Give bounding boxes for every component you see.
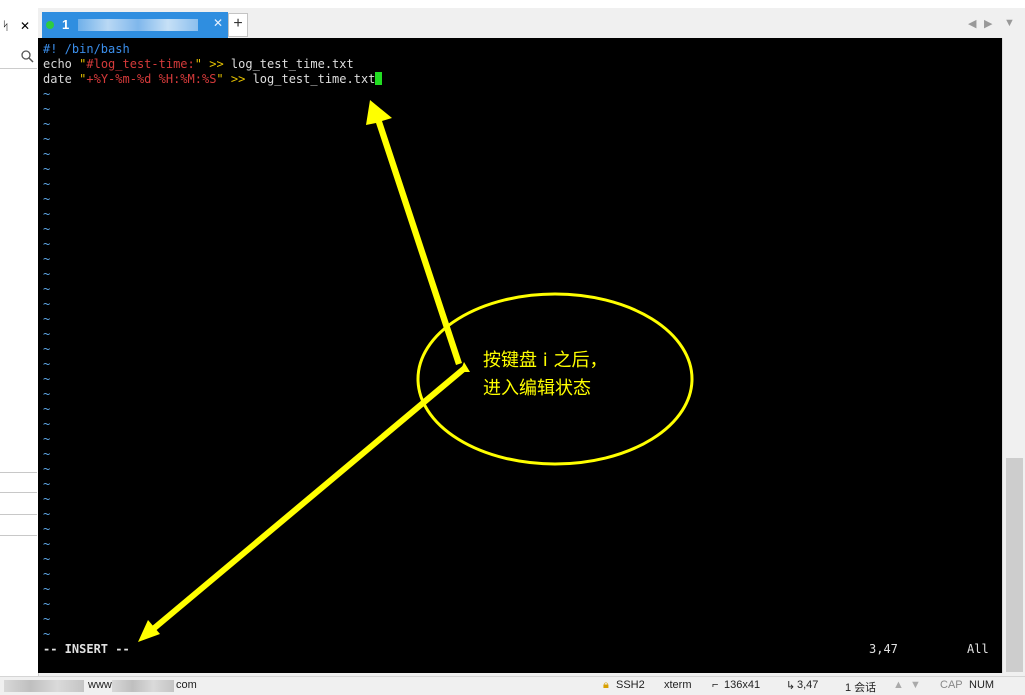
terminal-scrollbar[interactable] [1002,38,1025,673]
sidebar-divider [0,535,37,536]
empty-line-tilde: ~ [43,567,51,581]
tab-list-icon[interactable]: ▼ [1004,17,1015,29]
quote: " [216,72,224,86]
status-num-lock: NUM [969,679,995,691]
empty-line-tilde: ~ [43,132,51,146]
connected-status-icon [46,21,54,29]
lock-icon: 🔒︎ [603,679,609,691]
string-literal: +%Y-%m-%d %H:%M:%S [86,72,217,86]
empty-line-tilde: ~ [43,162,51,176]
add-tab-button[interactable]: + [228,13,248,37]
tab-title-redacted [78,19,198,31]
empty-line-tilde: ~ [43,507,51,521]
vim-cursor-position: 3,47 [869,642,898,656]
sidebar-divider [0,472,37,473]
empty-line-tilde: ~ [43,462,51,476]
resize-icon: ⌐ [712,679,719,691]
empty-line-tilde: ~ [43,372,51,386]
script-line-1: #! /bin/bash [43,42,130,56]
empty-line-tilde: ~ [43,237,51,251]
window-titlebar [0,0,1025,8]
sidebar-divider [0,514,37,515]
empty-line-tilde: ~ [43,432,51,446]
script-line-3: date "+%Y-%m-%d %H:%M:%S" >> log_test_ti… [43,72,383,87]
vim-mode-indicator: -- INSERT -- [43,642,130,656]
redirect-operator: >> [209,57,224,71]
arrow-up-icon[interactable]: ▲ [893,679,904,691]
empty-line-tilde: ~ [43,522,51,536]
tab-session-1[interactable]: 1 ✕ [42,12,228,38]
empty-line-tilde: ~ [43,477,51,491]
tab-scroll-right-icon[interactable]: ▶ [984,17,992,30]
search-icon[interactable] [20,49,34,63]
command: echo [43,57,72,71]
string-literal: #log_test-time: [86,57,195,71]
text-cursor [375,72,383,85]
command: date [43,72,72,86]
sidebar-header: ᛋ ✕ [0,16,38,38]
status-url-suffix: com [176,679,197,691]
empty-line-tilde: ~ [43,357,51,371]
annotation-text-line-2: 进入编辑状态 [483,378,591,399]
status-cursor-position: 3,47 [797,679,819,691]
vim-scroll-indicator: All [967,642,989,656]
annotation-text-line-1: 按键盘 i 之后， [483,350,608,371]
empty-line-tilde: ~ [43,552,51,566]
empty-line-tilde: ~ [43,402,51,416]
empty-line-tilde: ~ [43,327,51,341]
sidebar-search[interactable] [0,46,37,69]
status-url-prefix: www. [88,679,115,691]
empty-line-tilde: ~ [43,147,51,161]
empty-line-tilde: ~ [43,417,51,431]
cursor-icon: ↳ [786,680,796,692]
empty-line-tilde: ~ [43,342,51,356]
empty-line-tilde: ~ [43,582,51,596]
tab-title: 1 [62,17,70,32]
empty-line-tilde: ~ [43,597,51,611]
empty-line-tilde: ~ [43,447,51,461]
empty-line-tilde: ~ [43,537,51,551]
empty-line-tilde: ~ [43,282,51,296]
session-sidebar: ᛋ ✕ [0,8,39,676]
empty-line-tilde: ~ [43,222,51,236]
script-line-2: echo "#log_test-time:" >> log_test_time.… [43,57,354,72]
quote: " [194,57,202,71]
empty-line-tilde: ~ [43,492,51,506]
empty-line-tilde: ~ [43,612,51,626]
status-terminal-type: xterm [664,679,692,691]
empty-line-tilde: ~ [43,252,51,266]
empty-line-tilde: ~ [43,117,51,131]
status-protocol: SSH2 [616,679,645,691]
filename: log_test_time.txt [252,72,376,86]
empty-line-tilde: ~ [43,87,51,101]
redacted-text [112,680,174,692]
tab-scroll-left-icon[interactable]: ◀ [968,17,976,30]
empty-line-tilde: ~ [43,207,51,221]
empty-line-tilde: ~ [43,267,51,281]
pin-icon[interactable]: ᛋ [2,19,9,33]
empty-line-tilde: ~ [43,102,51,116]
arrow-down-icon[interactable]: ▼ [910,679,921,691]
empty-line-tilde: ~ [43,312,51,326]
empty-line-tilde: ~ [43,387,51,401]
empty-line-tilde: ~ [43,297,51,311]
status-terminal-size: 136x41 [724,679,761,691]
redirect-operator: >> [230,72,246,86]
redacted-text [4,680,84,692]
empty-line-tilde: ~ [43,627,51,641]
scrollbar-thumb[interactable] [1006,458,1023,672]
filename: log_test_time.txt [230,57,354,71]
sidebar-divider [0,492,37,493]
status-caps-lock: CAP [940,679,963,691]
empty-line-tilde: ~ [43,192,51,206]
tab-bar: 1 ✕ + ◀ ▶ ▼ [38,8,1025,39]
status-bar: www. com 🔒︎ SSH2 xterm ⌐ 136x41 ↳ 3,47 1… [0,676,1025,694]
empty-line-tilde: ~ [43,177,51,191]
close-icon[interactable]: ✕ [213,16,223,30]
sidebar-close-button[interactable]: ✕ [20,19,30,33]
